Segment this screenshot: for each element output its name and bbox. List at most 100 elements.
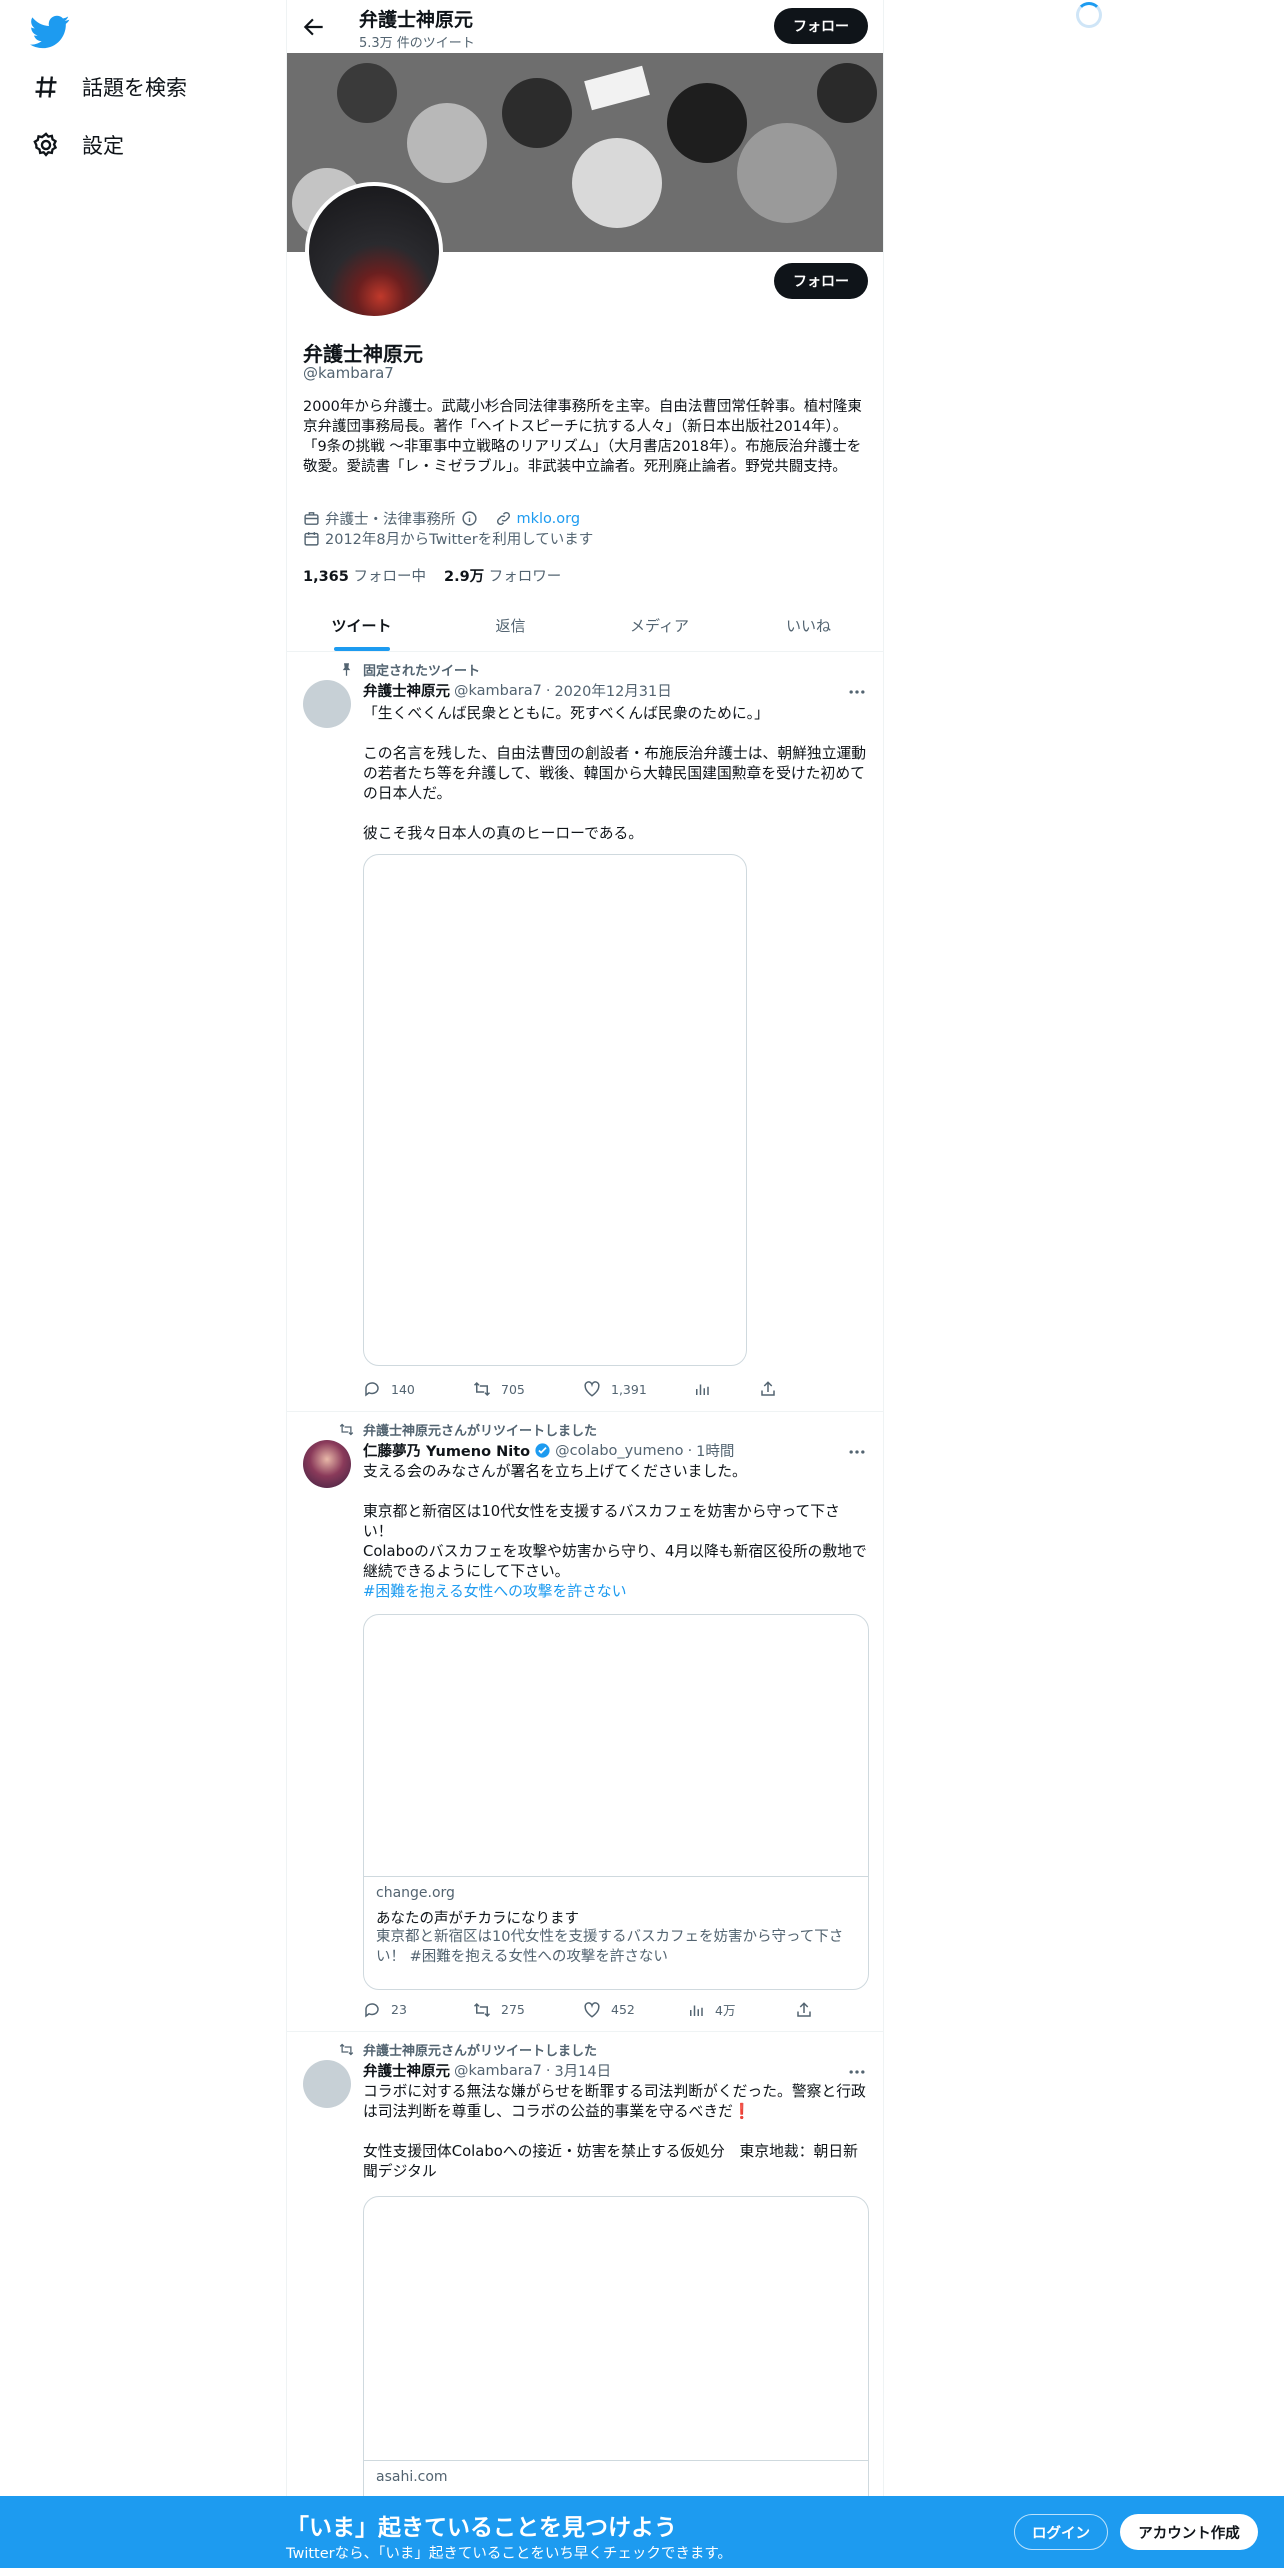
following-count: 1,365	[303, 569, 349, 585]
tab-media[interactable]: メディア	[585, 600, 734, 651]
reply-button[interactable]: 140	[363, 1380, 473, 1398]
retweet-count: 705	[501, 1381, 525, 1397]
reply-button[interactable]: 23	[363, 2000, 473, 2019]
profile-follow-button[interactable]: フォロー	[774, 263, 868, 299]
retweet-button[interactable]: 275	[473, 2000, 583, 2019]
view-count: 4万	[715, 2003, 736, 2018]
link-card-description: 東京都と新宿区は10代女性を支援するバスカフェを妨害から守って下さい！ #困難を…	[376, 1929, 844, 1965]
followers-count: 2.9万	[443, 569, 485, 585]
profile-website-link[interactable]: mklo.org	[517, 511, 581, 527]
more-options-icon[interactable]	[847, 1442, 867, 1462]
more-options-icon[interactable]	[847, 682, 867, 702]
avatar[interactable]	[303, 1440, 351, 1488]
header-follow-button[interactable]: フォロー	[774, 8, 868, 44]
tweet-retweet-2[interactable]: 弁護士神原元さんがリツイートしました 弁護士神原元 @kambara7 · 3月…	[287, 2032, 883, 2568]
profile-handle: @kambara7	[303, 364, 394, 382]
link-icon	[496, 511, 510, 526]
left-navigation: 話題を検索 設定	[0, 0, 286, 2568]
views-button[interactable]: 4万	[687, 2000, 795, 2019]
retweet-icon	[339, 2043, 354, 2056]
link-card-image	[364, 1615, 868, 1877]
tweet-author-name[interactable]: 弁護士神原元	[363, 2060, 450, 2081]
avatar[interactable]	[303, 2060, 351, 2108]
following-link[interactable]: 1,365 フォロー中	[303, 565, 426, 586]
more-options-icon[interactable]	[847, 2062, 867, 2082]
signup-prompt-subtitle: Twitterなら、「いま」起きていることをいち早くチェックできます。	[286, 2546, 732, 2562]
profile-meta-row: 弁護士・法律事務所 mklo.org	[303, 508, 580, 529]
nav-settings[interactable]: 設定	[32, 123, 124, 167]
tweet-actions: 23 275 452 4万	[363, 2000, 855, 2019]
tweet-header: 弁護士神原元 @kambara7 · 2020年12月31日	[363, 680, 672, 701]
nav-explore[interactable]: 話題を検索	[32, 65, 187, 109]
tweet-context: 弁護士神原元さんがリツイートしました	[339, 2040, 598, 2059]
tweet-context-label: 弁護士神原元さんがリツイートしました	[363, 2044, 598, 2059]
tweet-actions: 140 705 1,391	[363, 1380, 819, 1398]
header-title: 弁護士神原元	[359, 9, 474, 31]
analytics-button[interactable]	[693, 1380, 759, 1398]
share-icon	[761, 1381, 775, 1396]
info-icon[interactable]	[461, 510, 478, 527]
tab-replies[interactable]: 返信	[436, 600, 585, 651]
link-card[interactable]: change.org あなたの声がチカラになります 東京都と新宿区は10代女性を…	[363, 1614, 869, 1990]
calendar-icon	[304, 532, 319, 546]
tweet-date[interactable]: 3月14日	[554, 2060, 611, 2081]
signup-button[interactable]: アカウント作成	[1120, 2514, 1258, 2550]
tweet-author-name[interactable]: 仁藤夢乃 Yumeno Nito	[363, 1440, 530, 1461]
tweet-header: 弁護士神原元 @kambara7 · 3月14日	[363, 2060, 611, 2081]
heart-icon	[584, 2001, 600, 2018]
link-card-title: あなたの声がチカラになります	[376, 1911, 579, 1927]
hashtag-icon	[35, 76, 57, 98]
like-button[interactable]: 1,391	[583, 1380, 693, 1398]
twitter-logo-icon[interactable]	[30, 12, 70, 52]
link-card-image	[364, 2197, 868, 2461]
avatar[interactable]	[303, 680, 351, 728]
tweet-media[interactable]	[363, 854, 747, 1366]
tweet-author-handle[interactable]: @kambara7	[454, 2063, 542, 2079]
tweet-date[interactable]: 2020年12月31日	[554, 680, 671, 701]
profile-joined: 2012年8月からTwitterを利用しています	[325, 532, 594, 548]
reply-icon	[365, 2002, 379, 2017]
reply-count: 23	[391, 2002, 407, 2017]
nav-settings-label: 設定	[82, 134, 124, 158]
tweet-pinned[interactable]: 固定されたツイート 弁護士神原元 @kambara7 · 2020年12月31日…	[287, 652, 883, 1412]
signup-prompt-bar: 「いま」起きていることを見つけよう Twitterなら、「いま」起きていることを…	[0, 2496, 1284, 2568]
login-button[interactable]: ログイン	[1014, 2514, 1108, 2550]
tweet-author-handle[interactable]: @kambara7	[454, 683, 542, 699]
heart-icon	[584, 1381, 600, 1397]
share-button[interactable]	[759, 1380, 819, 1398]
followers-label: フォロワー	[488, 569, 562, 585]
like-count: 1,391	[611, 1381, 647, 1397]
link-card-domain: change.org	[376, 1885, 455, 1901]
tweet-text: 支える会のみなさんが署名を立ち上げてくださいました。 東京都と新宿区は10代女性…	[363, 1463, 867, 1580]
retweet-icon	[473, 2002, 491, 2017]
tweet-author-handle[interactable]: @colabo_yumeno	[555, 1443, 683, 1459]
following-label: フォロー中	[353, 569, 426, 585]
nav-explore-label: 話題を検索	[82, 76, 187, 100]
followers-link[interactable]: 2.9万 フォロワー	[444, 565, 561, 586]
profile-bio: 2000年から弁護士。武蔵小杉合同法律事務所を主宰。自由法曹団常任幹事。植村隆東…	[303, 399, 862, 475]
like-button[interactable]: 452	[583, 2000, 687, 2019]
tweet-text: 「生くべくんば民衆とともに。死すべくんば民衆のために。」 この名言を残した、自由…	[363, 705, 867, 842]
tweet-date[interactable]: 1時間	[696, 1440, 734, 1461]
tweet-context-label: 弁護士神原元さんがリツイートしました	[363, 1424, 598, 1439]
tweet-text: コラボに対する無法な嫌がらせを断罪する司法判断がくだった。警察と行政は司法判断を…	[363, 2083, 866, 2180]
reply-count: 140	[391, 1381, 415, 1397]
tweet-header: 仁藤夢乃 Yumeno Nito @colabo_yumeno · 1時間	[363, 1440, 734, 1461]
analytics-icon	[696, 1384, 709, 1395]
tab-likes[interactable]: いいね	[734, 600, 883, 651]
profile-follow-counts: 1,365 フォロー中 2.9万 フォロワー	[303, 565, 561, 586]
back-arrow-icon[interactable]	[301, 14, 327, 40]
retweet-icon	[339, 1423, 354, 1436]
retweet-button[interactable]: 705	[473, 1380, 583, 1398]
gear-icon	[33, 132, 58, 157]
profile-avatar[interactable]	[305, 182, 443, 320]
header-tweet-count: 5.3万 件のツイート	[359, 36, 475, 51]
signup-prompt-title: 「いま」起きていることを見つけよう	[286, 2515, 677, 2541]
share-button[interactable]	[795, 2000, 855, 2019]
tweet-author-name[interactable]: 弁護士神原元	[363, 680, 450, 701]
tweet-hashtag-link[interactable]: #困難を抱える女性への攻撃を許さない	[363, 1582, 867, 1602]
share-icon	[797, 2001, 811, 2017]
profile-name: 弁護士神原元	[303, 342, 423, 366]
tab-tweets[interactable]: ツイート	[287, 600, 436, 651]
tweet-retweet-1[interactable]: 弁護士神原元さんがリツイートしました 仁藤夢乃 Yumeno Nito @col…	[287, 1412, 883, 2032]
